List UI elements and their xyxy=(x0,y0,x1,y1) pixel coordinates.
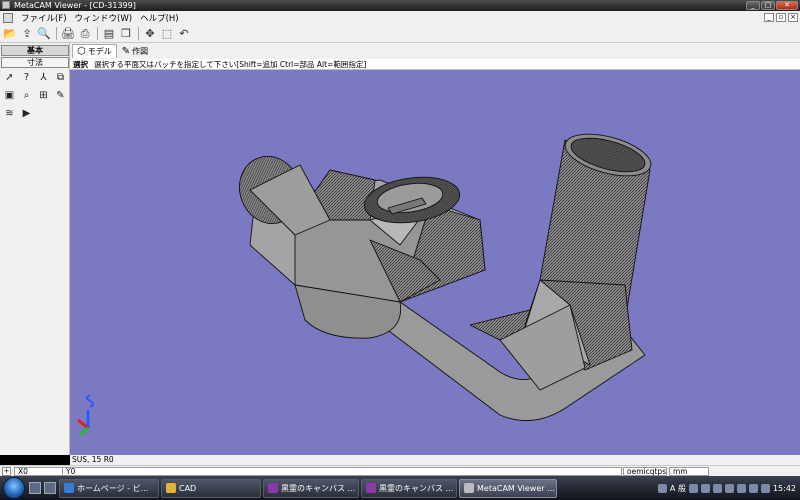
toolbar-separator xyxy=(97,27,98,40)
tab-basic[interactable]: 基本 xyxy=(1,45,69,56)
ie-icon xyxy=(64,483,74,493)
copy-document-icon[interactable]: ❐ xyxy=(119,27,133,41)
export-icon[interactable]: ⇪ xyxy=(20,27,34,41)
play-icon[interactable]: ▶ xyxy=(20,107,33,120)
grid-icon[interactable]: ⊞ xyxy=(37,89,50,102)
cube-icon: ⬡ xyxy=(77,46,86,57)
layers-icon[interactable]: ≋ xyxy=(3,107,16,120)
unit-field: mm xyxy=(669,467,709,476)
left-tool-panel: 基本 寸法 ➚ ? ⅄ ⧉ ▣ ⌕ ⊞ ✎ ≋ ▶ xyxy=(0,43,70,455)
magnifier-icon[interactable]: ⌕ xyxy=(20,89,33,102)
zoom-window-icon[interactable]: ⬚ xyxy=(160,27,174,41)
document-controls: _ ▫ × xyxy=(764,13,798,22)
tab-drawing-label: 作図 xyxy=(132,46,149,56)
start-button[interactable] xyxy=(3,477,25,499)
minimize-button[interactable]: _ xyxy=(746,1,760,10)
tray-app-icon[interactable] xyxy=(688,483,698,493)
menu-window[interactable]: ウィンドウ(W) xyxy=(71,12,137,24)
close-button[interactable]: ✕ xyxy=(776,1,798,10)
note-icon[interactable]: ✎ xyxy=(54,89,67,102)
network-icon[interactable] xyxy=(748,483,758,493)
3d-viewport[interactable] xyxy=(70,70,800,455)
properties-icon[interactable]: ▤ xyxy=(102,27,116,41)
task-label: 黒霊のキャンバス ... xyxy=(281,483,356,493)
zoom-document-icon[interactable]: 🔍 xyxy=(37,27,51,41)
doc-minimize-button[interactable]: _ xyxy=(764,13,774,22)
tab-drawing[interactable]: ✎ 作図 xyxy=(117,44,153,58)
switch-windows-icon[interactable] xyxy=(44,482,56,494)
system-tray: A 般 15:42 xyxy=(657,483,800,494)
pan-icon[interactable]: ✥ xyxy=(143,27,157,41)
prompt-message: 選択する平面又はパッチを指定して下さい[Shift=追加 Ctrl=部品 Alt… xyxy=(94,60,367,69)
undo-view-icon[interactable]: ↶ xyxy=(177,27,191,41)
folder-icon xyxy=(166,483,176,493)
coordinate-bar: + X0 Y0 oemicqtps mm xyxy=(0,465,800,476)
copy-view-icon[interactable]: ⧉ xyxy=(54,71,67,84)
toolbar-separator xyxy=(138,27,139,40)
x-coordinate-field[interactable]: X0 xyxy=(14,467,64,476)
axis-gizmo xyxy=(77,394,94,437)
query-arrow-icon[interactable]: ? xyxy=(20,71,33,84)
clock[interactable]: 15:42 xyxy=(773,484,796,493)
task-metacam[interactable]: MetaCAM Viewer ... xyxy=(459,478,557,498)
title-bar: MetaCAM Viewer - [CD-31399] _ □ ✕ xyxy=(0,0,800,11)
paint-icon xyxy=(366,483,376,493)
task-label: 黒霊のキャンバス ... xyxy=(379,483,454,493)
open-icon[interactable]: 📂 xyxy=(3,27,17,41)
menu-help[interactable]: ヘルプ(H) xyxy=(136,12,183,24)
measure-compass-icon[interactable]: ⅄ xyxy=(37,71,50,84)
task-label: MetaCAM Viewer ... xyxy=(477,483,555,493)
tab-model-label: モデル xyxy=(87,47,112,56)
maximize-button[interactable]: □ xyxy=(761,1,775,10)
duct-model[interactable] xyxy=(70,70,800,455)
main-toolbar: 📂 ⇪ 🔍 🖨 ⎙ ▤ ❐ ✥ ⬚ ↶ xyxy=(0,25,800,43)
tool-grid: ➚ ? ⅄ ⧉ ▣ ⌕ ⊞ ✎ ≋ ▶ xyxy=(3,71,69,120)
prompt-mode: 選択 xyxy=(73,60,88,69)
paint-icon xyxy=(268,483,278,493)
layer-field: oemicqtps xyxy=(623,467,667,476)
tray-app-icon[interactable] xyxy=(657,483,667,493)
tray-app-icon[interactable] xyxy=(736,483,746,493)
material-label: SUS, 15 R0 xyxy=(70,455,800,465)
toolbar-separator xyxy=(56,27,57,40)
window-controls: _ □ ✕ xyxy=(746,1,798,10)
window-title: MetaCAM Viewer - [CD-31399] xyxy=(14,1,136,10)
doc-close-button[interactable]: × xyxy=(788,13,798,22)
doc-restore-button[interactable]: ▫ xyxy=(776,13,786,22)
app-icon[interactable] xyxy=(2,1,10,9)
y-coordinate-field[interactable]: Y0 xyxy=(62,467,622,476)
select-arrow-icon[interactable]: ➚ xyxy=(3,71,16,84)
task-canvas-2[interactable]: 黒霊のキャンバス ... xyxy=(361,478,457,498)
document-menu-icon[interactable] xyxy=(3,13,13,23)
display-panel-icon[interactable]: ▣ xyxy=(3,89,16,102)
task-canvas-1[interactable]: 黒霊のキャンバス ... xyxy=(263,478,359,498)
task-label: ホームページ - ビ... xyxy=(77,483,149,493)
volume-icon[interactable] xyxy=(760,483,770,493)
view-tabs: ⬡ モデル ✎ 作図 xyxy=(70,43,800,59)
taskbar: ホームページ - ビ... CAD 黒霊のキャンバス ... 黒霊のキャンバス … xyxy=(0,476,800,500)
menu-file[interactable]: ファイル(F) xyxy=(17,12,71,24)
command-prompt: 選択 選択する平面又はパッチを指定して下さい[Shift=追加 Ctrl=部品 A… xyxy=(70,59,800,70)
tray-app-icon[interactable] xyxy=(712,483,722,493)
ime-indicator[interactable]: A 般 xyxy=(670,483,686,494)
tray-app-icon[interactable] xyxy=(724,483,734,493)
task-label: CAD xyxy=(179,483,197,493)
print-preview-icon[interactable]: ⎙ xyxy=(78,27,92,41)
tab-model[interactable]: ⬡ モデル xyxy=(72,44,117,58)
metacam-icon xyxy=(464,483,474,493)
task-cad[interactable]: CAD xyxy=(161,478,261,498)
task-homepage[interactable]: ホームページ - ビ... xyxy=(59,478,159,498)
tray-app-icon[interactable] xyxy=(700,483,710,493)
tab-dimension[interactable]: 寸法 xyxy=(1,57,69,68)
expand-icon[interactable]: + xyxy=(2,467,11,476)
pencil-icon: ✎ xyxy=(121,45,131,57)
show-desktop-icon[interactable] xyxy=(29,482,41,494)
print-icon[interactable]: 🖨 xyxy=(61,27,75,41)
menu-bar: ファイル(F) ウィンドウ(W) ヘルプ(H) _ ▫ × xyxy=(0,11,800,25)
